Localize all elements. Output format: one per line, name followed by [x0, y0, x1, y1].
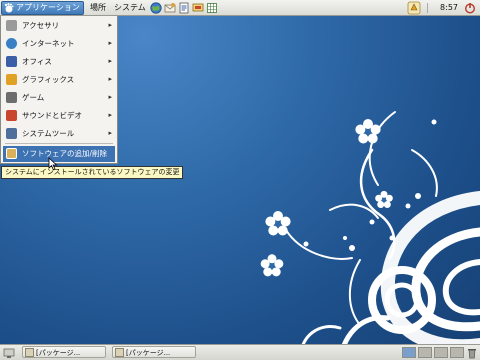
menu-item-label: システムツール: [22, 129, 75, 138]
menu-item-label: オフィス: [22, 57, 52, 66]
system-menu-button[interactable]: システム: [111, 1, 149, 14]
workspace-3[interactable]: [434, 347, 448, 358]
menu-item-label: ソフトウェアの追加/削除: [22, 149, 108, 158]
web-browser-launcher-icon[interactable]: [150, 2, 162, 14]
applications-menu-button[interactable]: アプリケーション: [1, 1, 84, 15]
menu-separator: [5, 143, 113, 144]
menu-item-system-tools[interactable]: システムツール ▸: [3, 126, 115, 141]
menu-item-sound-video[interactable]: サウンドとビデオ ▸: [3, 108, 115, 123]
workspace-4[interactable]: [450, 347, 464, 358]
taskbar-window-button[interactable]: [パッケージ...: [22, 346, 106, 358]
sound-video-icon: [6, 110, 17, 121]
show-desktop-icon[interactable]: [3, 347, 15, 359]
graphics-icon: [6, 74, 17, 85]
menu-item-accessories[interactable]: アクセサリ ▸: [3, 18, 115, 33]
submenu-arrow-icon: ▸: [108, 75, 112, 83]
games-icon: [6, 92, 17, 103]
applications-dropdown-menu: アクセサリ ▸ インターネット ▸ オフィス ▸ グラフィックス ▸ ゲーム ▸…: [0, 16, 118, 164]
presentation-launcher-icon[interactable]: [192, 2, 204, 14]
menu-item-graphics[interactable]: グラフィックス ▸: [3, 72, 115, 87]
places-menu-label: 場所: [90, 3, 106, 12]
email-client-launcher-icon[interactable]: [164, 2, 176, 14]
menu-item-office[interactable]: オフィス ▸: [3, 54, 115, 69]
taskbar-window-button[interactable]: [パッケージ...: [112, 346, 196, 358]
places-menu-button[interactable]: 場所: [87, 1, 109, 14]
update-notifier-icon[interactable]: [407, 1, 421, 15]
submenu-arrow-icon: ▸: [108, 93, 112, 101]
menu-item-label: グラフィックス: [22, 75, 75, 84]
package-window-icon: [25, 348, 34, 357]
system-menu-label: システム: [114, 3, 146, 12]
panel-separator: [427, 3, 428, 13]
accessories-icon: [6, 20, 17, 31]
spreadsheet-launcher-icon[interactable]: [206, 2, 218, 14]
taskbar-window-label: [パッケージ...: [36, 349, 81, 357]
taskbar-window-label: [パッケージ...: [126, 349, 171, 357]
menu-item-label: サウンドとビデオ: [22, 111, 82, 120]
workspace-1[interactable]: [402, 347, 416, 358]
menu-item-internet[interactable]: インターネット ▸: [3, 36, 115, 51]
menu-item-games[interactable]: ゲーム ▸: [3, 90, 115, 105]
package-window-icon: [115, 348, 124, 357]
tooltip: システムにインストールされているソフトウェアの変更: [1, 166, 184, 179]
applications-menu-label: アプリケーション: [16, 3, 80, 12]
menu-item-add-remove-software[interactable]: ソフトウェアの追加/削除: [3, 146, 115, 162]
clock[interactable]: 8:57: [440, 1, 458, 15]
gnome-foot-icon: [4, 3, 14, 13]
package-icon: [6, 148, 17, 159]
shutdown-icon[interactable]: [464, 2, 476, 14]
system-tools-icon: [6, 128, 17, 139]
submenu-arrow-icon: ▸: [108, 39, 112, 47]
mouse-cursor-icon: [48, 157, 58, 171]
word-processor-launcher-icon[interactable]: [178, 2, 190, 14]
top-panel: アプリケーション 場所 システム 8:57: [0, 0, 480, 16]
internet-globe-icon: [6, 38, 17, 49]
submenu-arrow-icon: ▸: [108, 21, 112, 29]
trash-icon[interactable]: [466, 347, 478, 359]
submenu-arrow-icon: ▸: [108, 57, 112, 65]
office-icon: [6, 56, 17, 67]
submenu-arrow-icon: ▸: [108, 111, 112, 119]
workspace-2[interactable]: [418, 347, 432, 358]
bottom-panel: [パッケージ... [パッケージ...: [0, 344, 480, 360]
menu-item-label: アクセサリ: [22, 21, 60, 30]
menu-item-label: インターネット: [22, 39, 75, 48]
menu-item-label: ゲーム: [22, 93, 45, 102]
submenu-arrow-icon: ▸: [108, 129, 112, 137]
